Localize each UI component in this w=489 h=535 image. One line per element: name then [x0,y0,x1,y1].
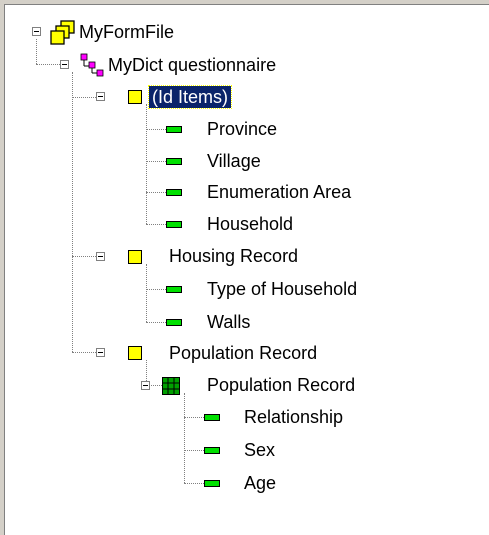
tree-line [72,72,73,352]
item-icon [166,126,182,133]
record-label-population[interactable]: Population Record [166,342,320,364]
collapse-toggle[interactable] [96,348,105,357]
item-icon [166,221,182,228]
record-label-housing[interactable]: Housing Record [166,245,301,267]
item-icon [204,480,220,487]
form-tree[interactable]: MyFormFile MyDict questionnaire (Id Item… [0,0,489,535]
item-label[interactable]: Age [241,472,279,494]
tree-root-label[interactable]: MyFormFile [76,21,177,43]
tree-line [184,393,185,483]
item-icon [166,158,182,165]
collapse-toggle[interactable] [32,27,41,36]
tree-line [146,129,168,130]
form-file-icon [50,20,75,45]
tree-line [146,289,168,290]
tree-line [184,417,206,418]
item-label[interactable]: Household [204,213,296,235]
item-label[interactable]: Sex [241,439,278,461]
collapse-toggle[interactable] [60,60,69,69]
tree-line [146,192,168,193]
record-icon [128,346,142,360]
item-label[interactable]: Type of Household [204,278,360,300]
item-icon [204,447,220,454]
record-label-id-items[interactable]: (Id Items) [147,85,233,109]
dictionary-icon [80,53,104,77]
record-icon [128,90,142,104]
roster-grid-icon [162,377,180,395]
item-label[interactable]: Relationship [241,406,346,428]
item-label[interactable]: Province [204,118,280,140]
tree-line [184,483,206,484]
item-icon [166,319,182,326]
dictionary-label[interactable]: MyDict questionnaire [105,54,279,76]
record-icon [128,250,142,264]
tree-line [146,264,147,322]
tree-line [146,161,168,162]
roster-label[interactable]: Population Record [204,374,358,396]
tree-line [146,104,147,224]
item-icon [204,414,220,421]
collapse-toggle[interactable] [141,381,150,390]
tree-line [36,39,37,64]
item-label[interactable]: Enumeration Area [204,181,354,203]
tree-line [146,322,168,323]
tree-line [184,450,206,451]
collapse-toggle[interactable] [96,92,105,101]
tree-line [146,224,168,225]
item-icon [166,189,182,196]
collapse-toggle[interactable] [96,252,105,261]
item-label[interactable]: Village [204,150,264,172]
item-icon [166,286,182,293]
item-label[interactable]: Walls [204,311,253,333]
